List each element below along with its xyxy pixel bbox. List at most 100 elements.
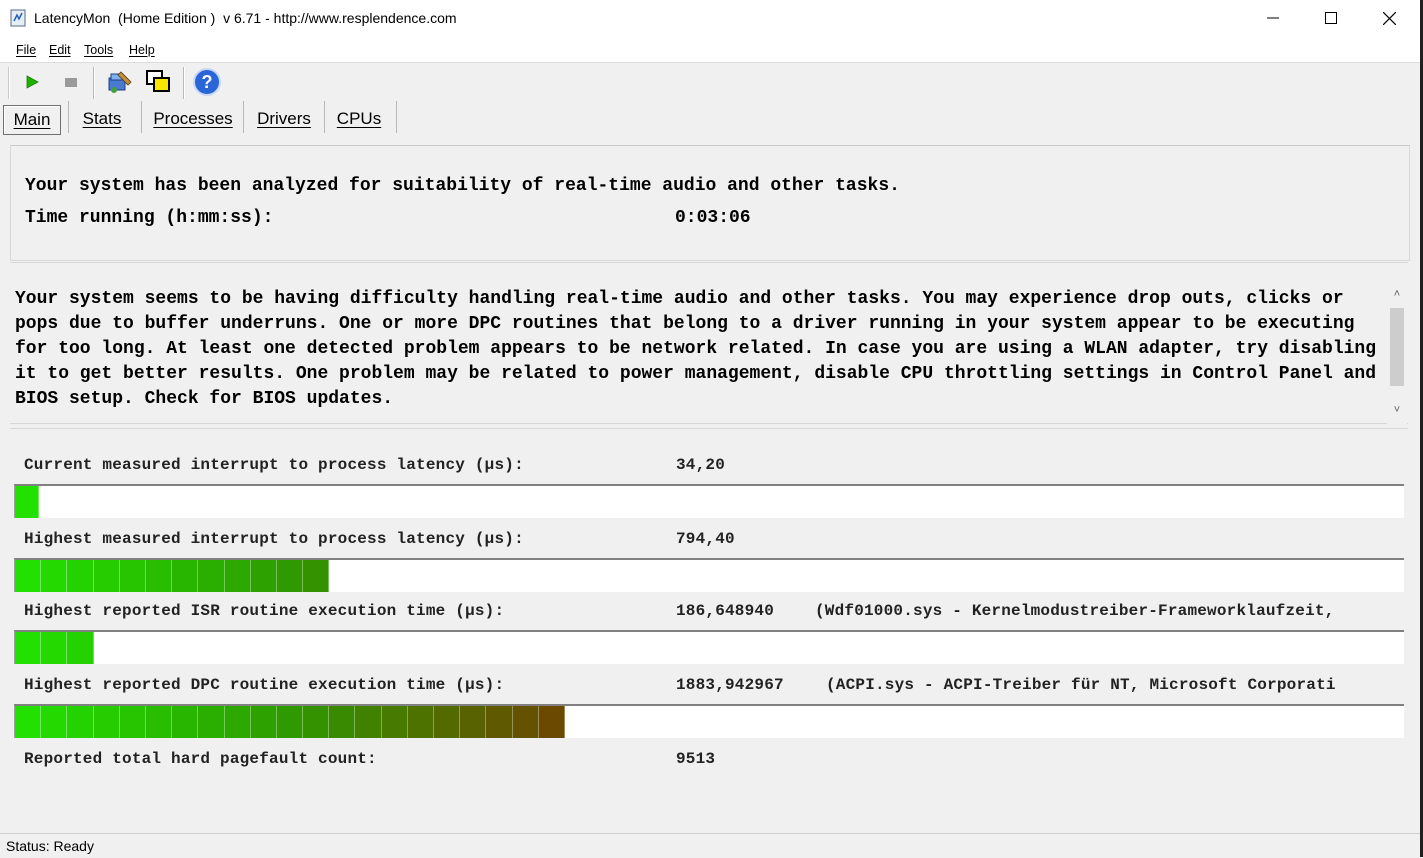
bar-segment (224, 560, 251, 592)
tab-drivers-label: Drivers (257, 109, 311, 128)
minimize-icon (1267, 17, 1279, 19)
bar-segment (15, 486, 39, 518)
conclusion-panel: Your system seems to be having difficult… (10, 262, 1408, 424)
tab-main[interactable]: Main (3, 105, 61, 135)
bar-segment (538, 706, 565, 738)
isr-time-label: Highest reported ISR routine execution t… (24, 602, 505, 620)
start-button[interactable] (17, 67, 47, 97)
pagefault-label: Reported total hard pagefault count: (24, 750, 377, 768)
bar-segment (329, 706, 356, 738)
isr-time-value: 186,648940 (676, 602, 775, 620)
summary-panel: Your system has been analyzed for suitab… (10, 145, 1410, 261)
toolbar-grip (8, 67, 10, 99)
scrollbar-thumb[interactable] (1390, 308, 1404, 386)
tab-cpus[interactable]: CPUs (330, 105, 388, 133)
bar-segment (407, 706, 434, 738)
bar-segment (381, 706, 408, 738)
menu-tools[interactable]: Tools (84, 43, 113, 57)
dpc-time-bar (14, 704, 1404, 738)
bar-segment (41, 706, 68, 738)
bar-segment (93, 560, 120, 592)
driver-tool-icon (108, 71, 132, 93)
stop-icon (65, 78, 77, 87)
pagefault-value: 9513 (676, 750, 716, 768)
toolbar-separator (183, 67, 185, 99)
minimize-button[interactable] (1244, 0, 1302, 36)
dpc-time-value: 1883,942967 (676, 676, 784, 694)
bar-segment (41, 560, 68, 592)
help-icon: ? (193, 68, 221, 96)
tab-stats[interactable]: Stats (74, 105, 130, 133)
tab-separator (141, 101, 142, 133)
current-latency-value: 34,20 (676, 456, 726, 474)
bar-segment (67, 560, 94, 592)
tab-separator (324, 101, 325, 133)
maximize-icon (1325, 12, 1337, 24)
bar-segment (119, 560, 146, 592)
tab-stats-label: Stats (82, 109, 122, 128)
scroll-up-icon[interactable]: ˄ (1387, 288, 1407, 304)
stop-button[interactable] (56, 67, 86, 97)
menu-edit[interactable]: Edit (49, 43, 71, 57)
tab-main-label: Main (13, 110, 51, 129)
bar-segment (355, 706, 382, 738)
close-button[interactable] (1360, 0, 1418, 36)
bar-segment (250, 560, 277, 592)
highest-latency-label: Highest measured interrupt to process la… (24, 530, 524, 548)
bar-segment (512, 706, 539, 738)
bar-segment (145, 706, 173, 738)
scroll-down-icon[interactable]: ˅ (1387, 404, 1407, 420)
bar-segment (276, 706, 304, 738)
bar-segment (15, 560, 42, 592)
bar-segment (15, 706, 42, 738)
help-button[interactable]: ? (192, 67, 222, 97)
highest-latency-value: 794,40 (676, 530, 735, 548)
tab-bar: Main Stats Processes Drivers CPUs (0, 101, 1420, 135)
conclusion-text: Your system seems to be having difficult… (15, 289, 1377, 409)
bar-segment (276, 560, 304, 592)
toolbar-separator (93, 67, 95, 99)
bar-segment (303, 560, 330, 592)
menu-help[interactable]: Help (129, 43, 155, 57)
latencymon-app-icon (10, 9, 26, 27)
tab-processes-label: Processes (153, 109, 233, 128)
svg-text:?: ? (202, 72, 213, 92)
tab-processes[interactable]: Processes (148, 105, 238, 133)
bar-segment (224, 706, 251, 738)
bar-segment (486, 706, 513, 738)
bar-segment (460, 706, 487, 738)
status-bar: Status: Ready (0, 833, 1420, 858)
tab-separator (68, 101, 69, 133)
bar-segment (434, 706, 461, 738)
bar-segment (303, 706, 330, 738)
bar-fill (15, 632, 94, 664)
current-latency-bar (14, 484, 1404, 518)
menu-file[interactable]: File (16, 43, 36, 57)
driver-tool-button[interactable] (104, 67, 134, 97)
highest-latency-bar (14, 558, 1404, 592)
bar-segment (41, 632, 68, 664)
tab-drivers[interactable]: Drivers (250, 105, 318, 133)
title-bar: LatencyMon (Home Edition ) v 6.71 - http… (0, 0, 1420, 38)
bar-fill (15, 560, 330, 592)
time-running-value: 0:03:06 (675, 208, 751, 228)
window-title: LatencyMon (Home Edition ) v 6.71 - http… (34, 10, 457, 26)
bar-segment (172, 706, 199, 738)
bar-segment (93, 706, 120, 738)
isr-driver-detail: (Wdf01000.sys - Kernelmodustreiber-Frame… (815, 602, 1335, 620)
window-layers-button[interactable] (144, 67, 174, 97)
bar-segment (67, 706, 94, 738)
conclusion-scrollbar[interactable]: ˄ ˅ (1387, 286, 1407, 424)
bar-segment (119, 706, 146, 738)
status-text: Status: Ready (6, 838, 94, 854)
tab-separator (243, 101, 244, 133)
bar-segment (198, 706, 225, 738)
dpc-driver-detail: (ACPI.sys - ACPI-Treiber für NT, Microso… (826, 676, 1336, 694)
bar-fill (15, 706, 565, 738)
bar-segment (67, 632, 94, 664)
maximize-button[interactable] (1302, 0, 1360, 36)
bar-fill (15, 486, 39, 518)
window-layers-icon (146, 70, 170, 92)
dpc-time-label: Highest reported DPC routine execution t… (24, 676, 505, 694)
tab-separator (396, 101, 397, 133)
